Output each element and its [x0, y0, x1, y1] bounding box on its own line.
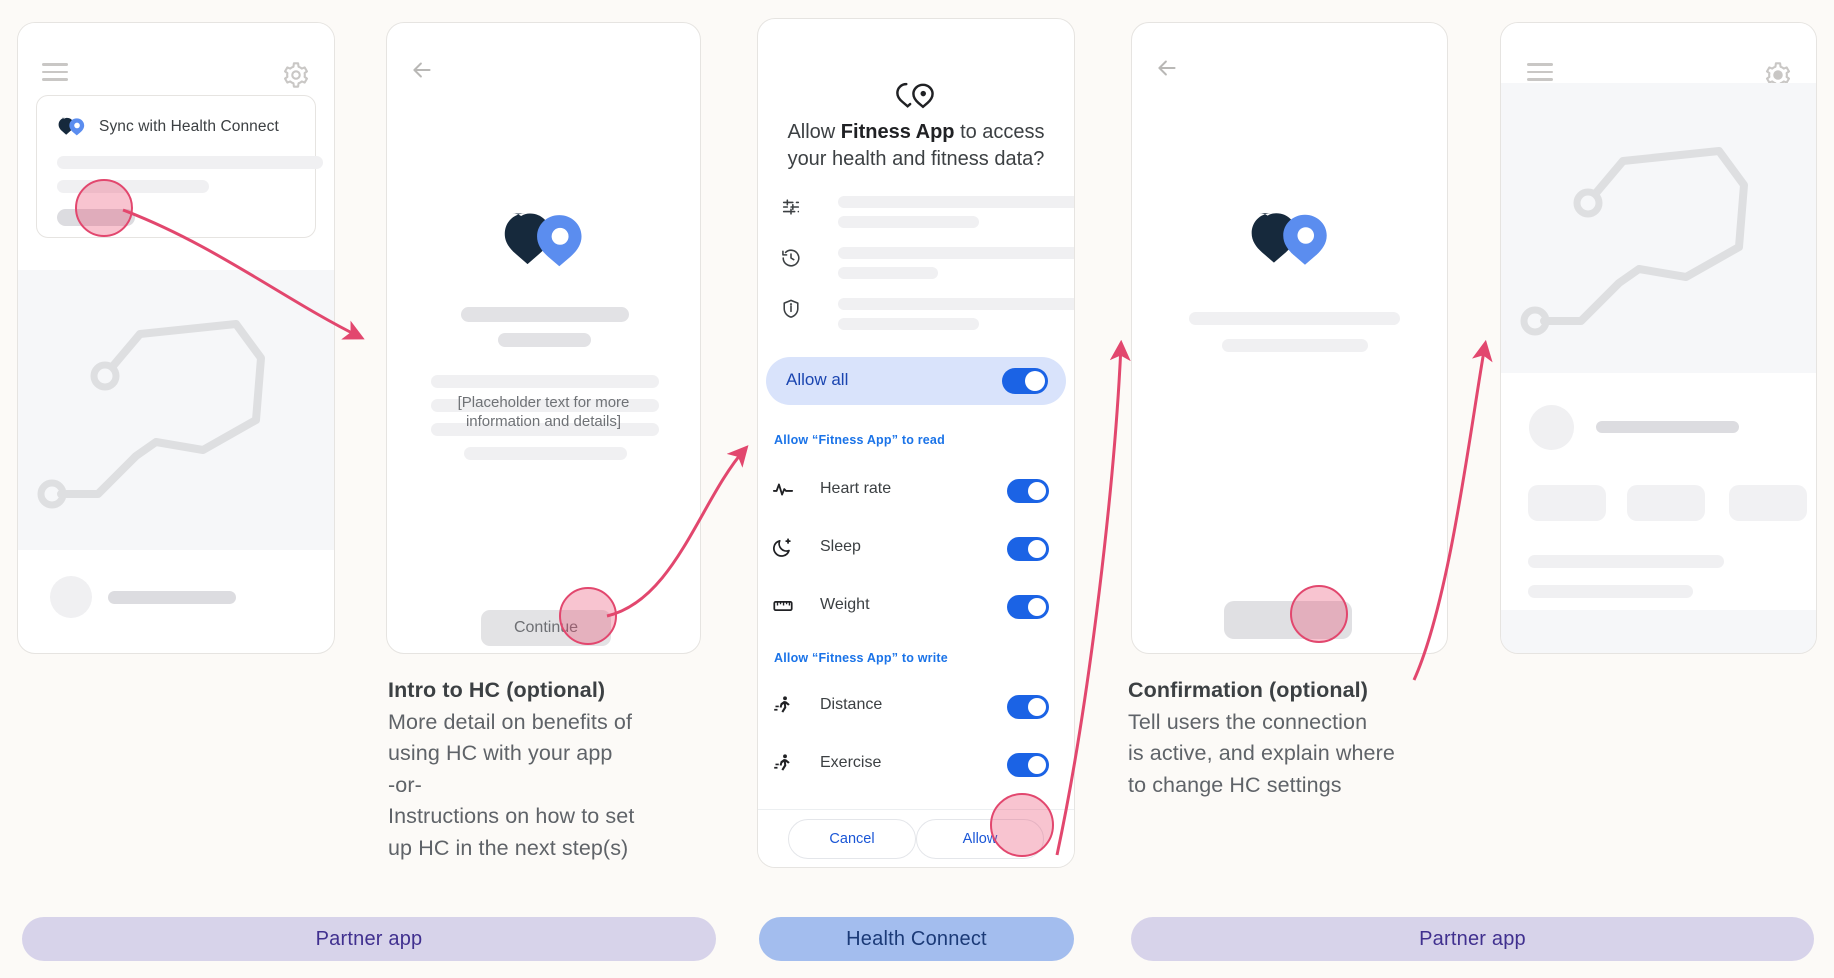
tap-indicator-continue — [559, 587, 617, 645]
permission-row-heart-rate[interactable]: Heart rate — [772, 476, 1064, 506]
caption-confirmation: Confirmation (optional) Tell users the c… — [1128, 675, 1468, 801]
info-row-history — [780, 247, 1074, 287]
permission-label: Weight — [820, 596, 870, 613]
caption-confirmation-line-2: is active, and explain where — [1128, 741, 1395, 765]
health-connect-logo-icon — [57, 116, 87, 140]
legend-health-connect: Health Connect — [759, 917, 1074, 961]
permission-toggle[interactable] — [1007, 595, 1049, 619]
cancel-button[interactable]: Cancel — [788, 819, 916, 859]
caption-intro-line-1: More detail on benefits of — [388, 709, 633, 734]
permission-label: Heart rate — [820, 480, 892, 497]
hamburger-icon[interactable] — [1527, 63, 1553, 81]
running-person-icon — [772, 695, 794, 717]
list-title-skeleton — [108, 591, 236, 604]
caption-confirmation-title: Confirmation (optional) — [1128, 678, 1368, 702]
info-skeleton-3b — [838, 318, 979, 330]
placeholder-text: [Placeholder text for more information a… — [457, 394, 630, 430]
intro-body-skeleton-4 — [464, 447, 627, 460]
info-row-shield — [780, 298, 1074, 338]
flow-diagram-canvas: Sync with Health Connect [Placeholder te… — [0, 0, 1834, 978]
weight-scale-icon — [772, 595, 794, 617]
chip-skeleton-2[interactable] — [1627, 485, 1705, 521]
phone-frame-partner-app-connected — [1500, 22, 1817, 654]
intro-heading-skeleton — [461, 307, 629, 322]
avatar-placeholder — [1529, 405, 1574, 450]
permission-row-weight[interactable]: Weight — [772, 592, 1064, 622]
read-group-label: Allow “Fitness App” to read — [774, 433, 945, 447]
body-skeleton-1 — [1528, 555, 1724, 568]
tap-indicator-confirm — [1290, 585, 1348, 643]
running-person-icon — [772, 753, 794, 775]
back-arrow-icon[interactable] — [409, 57, 437, 85]
tune-sliders-icon — [780, 196, 802, 218]
phone5-content-panel — [1501, 373, 1816, 610]
allow-all-label: Allow all — [786, 370, 849, 389]
permission-toggle[interactable] — [1007, 753, 1049, 777]
permission-row-exercise[interactable]: Exercise — [772, 750, 1064, 780]
health-connect-logo-icon — [1247, 209, 1335, 277]
phone5-bottom-panel — [1501, 610, 1816, 653]
permission-label: Sleep — [820, 538, 861, 555]
info-skeleton-1b — [838, 216, 979, 228]
phone-frame-intro-screen: [Placeholder text for more information a… — [386, 22, 701, 654]
health-connect-logo-icon — [500, 209, 590, 279]
permission-toggle[interactable] — [1007, 537, 1049, 561]
sleep-moon-icon — [772, 537, 794, 559]
map-placeholder — [18, 270, 334, 550]
tap-indicator-allow — [990, 793, 1054, 857]
confirm-skeleton-line-1 — [1189, 312, 1400, 325]
back-arrow-icon[interactable] — [1154, 55, 1182, 83]
caption-confirmation-line-3: to change HC settings — [1128, 772, 1342, 797]
heart-rate-icon — [772, 479, 794, 501]
allow-all-toggle[interactable] — [1002, 368, 1048, 394]
chip-skeleton-3[interactable] — [1729, 485, 1807, 521]
legend-partner-app-right: Partner app — [1131, 917, 1814, 961]
phone-frame-partner-app-home: Sync with Health Connect — [17, 22, 335, 654]
permission-row-sleep[interactable]: Sleep — [772, 534, 1064, 564]
info-skeleton-2b — [838, 267, 938, 279]
caption-intro-line-3: -or- — [388, 772, 422, 797]
avatar-placeholder — [50, 576, 92, 618]
health-connect-heart-icon — [894, 81, 938, 115]
gear-icon[interactable] — [282, 61, 310, 89]
phone-frame-confirmation — [1131, 22, 1448, 654]
info-skeleton-2a — [838, 247, 1074, 259]
confirm-skeleton-line-2 — [1222, 339, 1368, 352]
caption-intro-line-2: using HC with your app — [388, 741, 613, 765]
caption-intro-line-4: Instructions on how to set — [388, 804, 635, 828]
permission-dialog-title: Allow Fitness App to access your health … — [787, 121, 1045, 170]
legend-partner-app-left: Partner app — [22, 917, 716, 961]
list-title-skeleton — [1596, 421, 1739, 433]
caption-intro: Intro to HC (optional) More detail on be… — [388, 675, 718, 864]
shield-info-icon — [780, 298, 802, 320]
map-placeholder — [1501, 83, 1816, 373]
tap-indicator-sync-button — [75, 179, 133, 237]
info-skeleton-3a — [838, 298, 1074, 310]
permission-label: Exercise — [820, 754, 882, 771]
permission-toggle[interactable] — [1007, 695, 1049, 719]
write-group-label: Allow “Fitness App” to write — [774, 651, 948, 665]
permission-row-distance[interactable]: Distance — [772, 692, 1064, 722]
caption-confirmation-line-1: Tell users the connection — [1128, 709, 1368, 734]
sync-card-title: Sync with Health Connect — [99, 118, 279, 135]
chip-skeleton-1[interactable] — [1528, 485, 1606, 521]
history-clock-icon — [780, 247, 802, 269]
info-skeleton-1a — [838, 196, 1074, 208]
permission-toggle[interactable] — [1007, 479, 1049, 503]
intro-body-skeleton-1 — [431, 375, 659, 388]
card-skeleton-line-1 — [57, 156, 323, 169]
allow-all-row[interactable]: Allow all — [766, 357, 1066, 405]
caption-intro-title: Intro to HC (optional) — [388, 678, 606, 702]
intro-subheading-skeleton — [498, 333, 591, 347]
body-skeleton-2 — [1528, 585, 1693, 598]
hamburger-icon[interactable] — [42, 63, 68, 81]
permission-label: Distance — [820, 696, 883, 713]
phone-frame-permission-dialog: Allow Fitness App to access your health … — [757, 18, 1075, 868]
info-row-tune — [780, 196, 1074, 236]
caption-intro-line-5: up HC in the next step(s) — [388, 835, 629, 860]
